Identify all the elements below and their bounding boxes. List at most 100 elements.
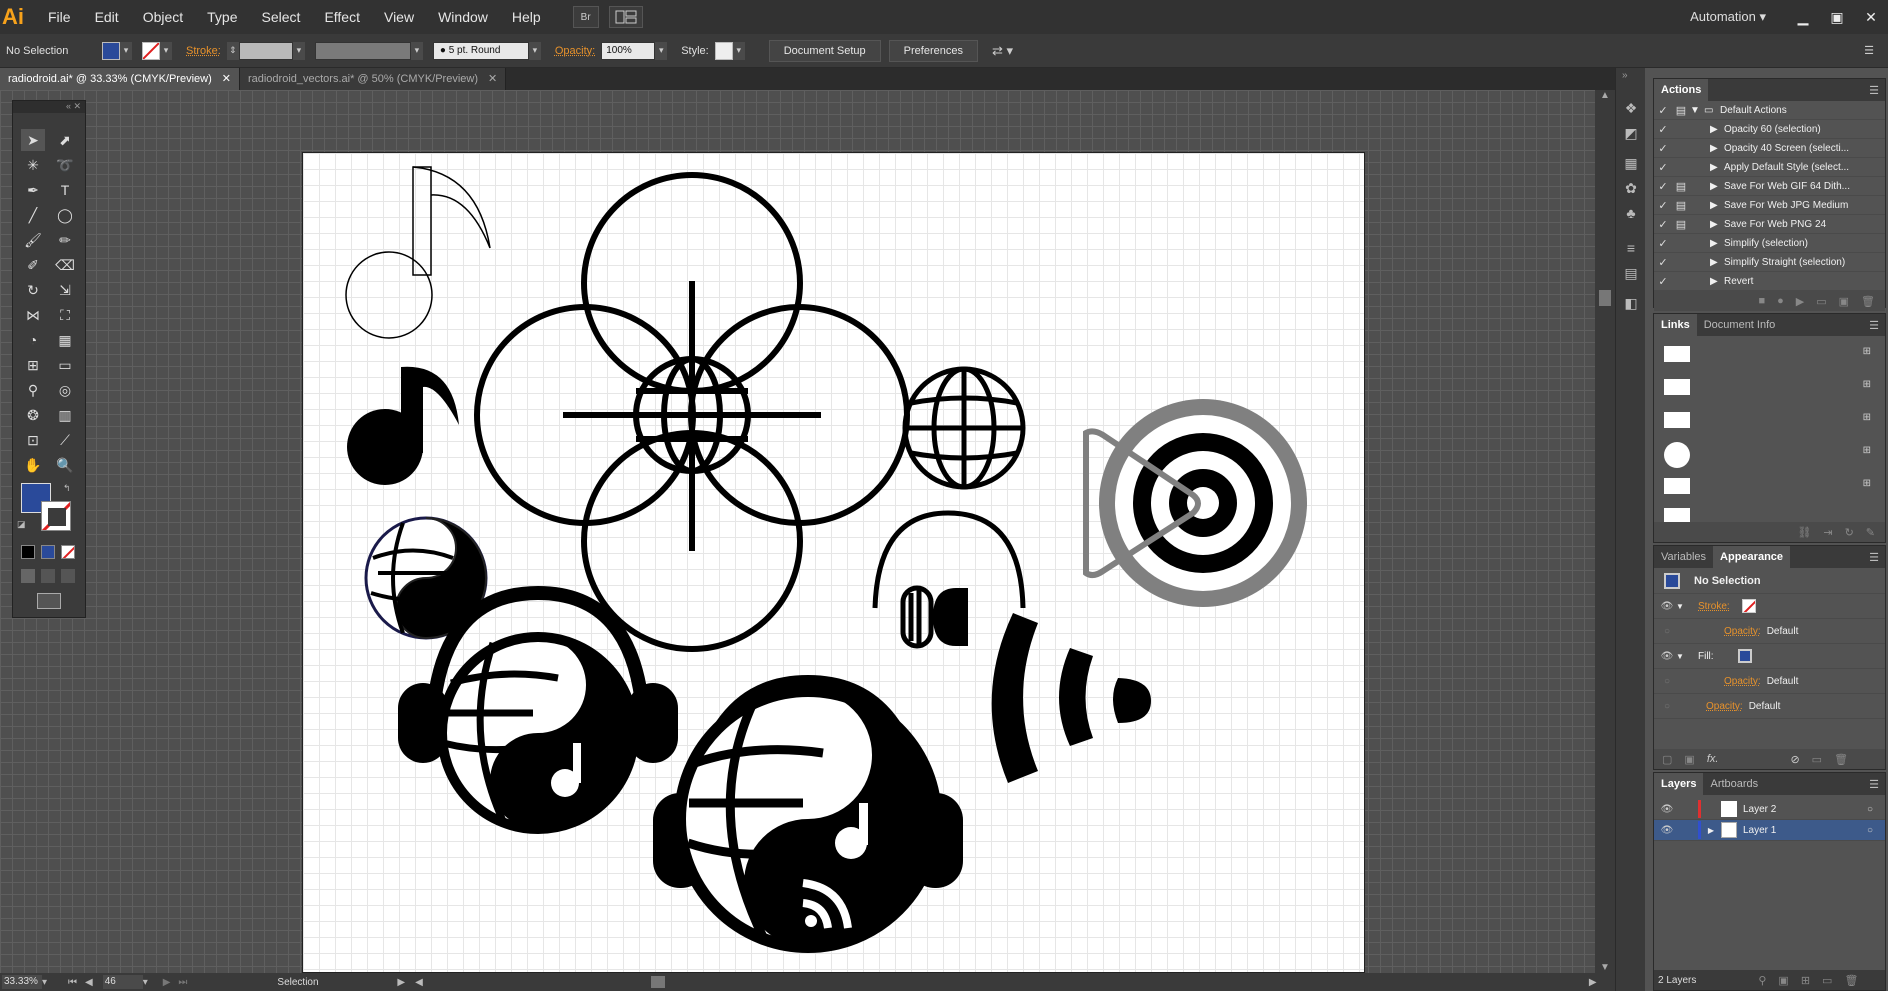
column-graph-tool-icon[interactable]: ▥ [53, 404, 77, 426]
new-sublayer-icon[interactable]: ⊞ [1801, 974, 1810, 987]
check-icon[interactable]: ✓ [1654, 256, 1672, 269]
check-icon[interactable]: ✓ [1654, 199, 1672, 212]
layer-name[interactable]: Layer 2 [1743, 804, 1776, 815]
artboard[interactable] [302, 152, 1365, 973]
fill-attribute-label[interactable]: Fill: [1698, 651, 1714, 662]
link-status-icon[interactable]: ⊞ [1863, 379, 1871, 390]
stroke-label[interactable]: Stroke: [186, 45, 221, 57]
goto-link-icon[interactable]: ⇥ [1823, 526, 1832, 539]
menu-help[interactable]: Help [500, 0, 553, 34]
stroke-opacity-label[interactable]: Opacity: [1724, 626, 1761, 637]
swap-colors-icon[interactable]: ↰ [63, 483, 71, 494]
stroke-color-box[interactable] [41, 501, 71, 531]
locate-object-icon[interactable]: ⚲ [1758, 974, 1766, 987]
dialog-toggle-icon[interactable]: ▤ [1672, 180, 1690, 193]
tab-radiodroid-vectors[interactable]: radiodroid_vectors.ai* @ 50% (CMYK/Previ… [239, 68, 507, 90]
style-dropdown[interactable]: ▾ [732, 41, 745, 60]
action-item[interactable]: ✓ ▶ Simplify (selection) [1654, 234, 1885, 253]
dialog-toggle-icon[interactable]: ▤ [1672, 104, 1690, 117]
scale-tool-icon[interactable]: ⇲ [53, 279, 77, 301]
expand-icon[interactable]: ▶ [1710, 162, 1724, 173]
link-thumbnail[interactable] [1664, 478, 1690, 494]
panel-menu-icon[interactable]: ☰ [1864, 44, 1874, 57]
slice-tool-icon[interactable]: ⟋ [53, 429, 77, 451]
artboard-dropdown[interactable]: ▾ [143, 977, 155, 988]
edit-original-icon[interactable]: ✎ [1866, 526, 1875, 539]
expand-icon[interactable]: ▼ [1676, 652, 1690, 661]
visibility-eye-icon[interactable]: 👁 [1658, 651, 1676, 662]
check-icon[interactable]: ✓ [1654, 161, 1672, 174]
expand-icon[interactable]: ▶ [1710, 257, 1724, 268]
stroke-attribute-label[interactable]: Stroke: [1698, 601, 1730, 612]
scroll-up-icon[interactable]: ▲ [1595, 90, 1615, 101]
action-item[interactable]: ✓ ▶ Revert [1654, 272, 1885, 291]
stroke-dropdown[interactable]: ▾ [160, 41, 172, 60]
delete-icon[interactable]: 🗑 [1844, 974, 1858, 987]
color-mode-button[interactable] [21, 545, 35, 559]
panel-menu-icon[interactable]: ☰ [1869, 551, 1879, 564]
draw-inside-icon[interactable] [61, 569, 75, 583]
opacity-dropdown[interactable]: ▾ [655, 41, 668, 60]
play-icon[interactable]: ▶ [1796, 295, 1804, 308]
type-tool-icon[interactable]: T [53, 179, 77, 201]
rotate-tool-icon[interactable]: ↻ [21, 279, 45, 301]
prev-artboard-icon[interactable]: ◀ [85, 977, 93, 988]
menu-select[interactable]: Select [250, 0, 313, 34]
link-status-icon[interactable]: ⊞ [1863, 445, 1871, 456]
stroke-row[interactable]: 👁 ▼ Stroke: [1654, 594, 1885, 619]
check-icon[interactable]: ✓ [1654, 123, 1672, 136]
first-artboard-icon[interactable]: ⏮ [68, 977, 77, 988]
tab-radiodroid[interactable]: radiodroid.ai* @ 33.33% (CMYK/Preview) ✕ [0, 68, 240, 90]
line-tool-icon[interactable]: ╱ [21, 204, 45, 226]
dialog-toggle-icon[interactable]: ▤ [1672, 199, 1690, 212]
stroke-weight-field[interactable] [238, 41, 293, 60]
zoom-tool-icon[interactable]: 🔍 [53, 454, 77, 476]
stroke-attribute-swatch[interactable] [1741, 599, 1756, 613]
stroke-weight-dropdown[interactable]: ▾ [292, 41, 305, 60]
layer-name[interactable]: Layer 1 [1743, 825, 1776, 836]
swatches-icon[interactable]: ◩ [1621, 123, 1641, 143]
close-icon[interactable]: ✕ [1854, 9, 1888, 26]
arrange-documents-button[interactable] [608, 6, 643, 28]
magic-wand-tool-icon[interactable]: ✳ [21, 154, 45, 176]
style-swatch[interactable] [714, 41, 733, 60]
last-artboard-icon[interactable]: ⏭ [178, 977, 187, 988]
update-link-icon[interactable]: ↻ [1845, 526, 1854, 539]
tab-actions[interactable]: Actions [1654, 79, 1709, 101]
panel-menu-icon[interactable]: ☰ [1869, 319, 1879, 332]
menu-window[interactable]: Window [426, 0, 500, 34]
opacity-field[interactable]: 100% [601, 41, 656, 60]
check-icon[interactable]: ✓ [1654, 237, 1672, 250]
blob-brush-tool-icon[interactable]: ✐ [21, 254, 45, 276]
stroke-opacity-row[interactable]: ○ Opacity: Default [1654, 619, 1885, 644]
fx-icon[interactable]: fx. [1707, 753, 1719, 765]
pencil-tool-icon[interactable]: ✏ [53, 229, 77, 251]
selection-tool-icon[interactable]: ➤ [21, 129, 45, 151]
link-thumbnail[interactable] [1664, 442, 1690, 468]
workspace-switcher[interactable]: Automation ▾ [1690, 9, 1766, 25]
variable-width-dropdown[interactable]: ▾ [410, 41, 423, 60]
expand-icon[interactable]: ▶ [1710, 143, 1724, 154]
opacity-label[interactable]: Opacity: [555, 45, 595, 57]
target-icon[interactable]: ○ [1867, 825, 1873, 836]
draw-behind-icon[interactable] [41, 569, 55, 583]
link-status-icon[interactable]: ⊞ [1863, 412, 1871, 423]
clipping-mask-icon[interactable]: ▣ [1778, 974, 1788, 987]
status-menu-icon[interactable]: ▶ [397, 977, 405, 988]
zoom-dropdown[interactable]: ▾ [42, 977, 54, 988]
panel-menu-icon[interactable]: ☰ [1869, 84, 1879, 97]
visibility-eye-icon[interactable]: ○ [1658, 676, 1676, 687]
document-setup-button[interactable]: Document Setup [768, 39, 881, 62]
stroke-panel-icon[interactable]: ≡ [1621, 238, 1641, 258]
perspective-grid-tool-icon[interactable]: ▦ [53, 329, 77, 351]
duplicate-item-icon[interactable]: ▭ [1812, 753, 1822, 766]
gradient-mode-button[interactable] [41, 545, 55, 559]
variable-width-field[interactable] [314, 41, 411, 60]
dialog-toggle-icon[interactable]: ▤ [1672, 218, 1690, 231]
screen-mode-icon[interactable] [37, 593, 61, 609]
action-item[interactable]: ✓ ▶ Simplify Straight (selection) [1654, 253, 1885, 272]
artboard-tool-icon[interactable]: ⊡ [21, 429, 45, 451]
graphic-styles-icon[interactable]: ♣ [1621, 203, 1641, 223]
link-thumbnail[interactable] [1664, 346, 1690, 362]
hscroll-left-icon[interactable]: ◀ [415, 977, 423, 988]
